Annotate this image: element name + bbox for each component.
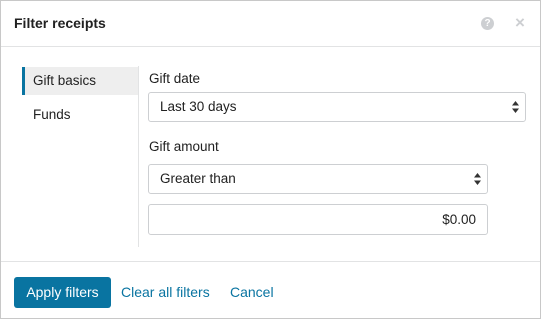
gift-date-select[interactable]: Last 30 days (148, 92, 526, 122)
clear-all-filters-link[interactable]: Clear all filters (121, 277, 210, 308)
tab-funds[interactable]: Funds (22, 101, 139, 129)
select-arrows-icon (474, 173, 481, 185)
filter-dialog: Filter receipts ? × Gift basics Funds Gi… (0, 0, 541, 319)
gift-date-selected-value: Last 30 days (160, 99, 237, 114)
tab-gift-basics[interactable]: Gift basics (22, 67, 139, 95)
gift-amount-comparison-value: Greater than (160, 171, 236, 186)
tabs-divider (138, 66, 139, 247)
close-icon[interactable]: × (513, 14, 527, 32)
help-icon[interactable]: ? (481, 17, 494, 30)
apply-filters-button[interactable]: Apply filters (14, 277, 111, 308)
filter-tabs: Gift basics Funds (22, 67, 140, 129)
gift-date-label: Gift date (149, 71, 201, 86)
gift-amount-comparison-select[interactable]: Greater than (148, 164, 488, 194)
dialog-header: Filter receipts ? × (1, 1, 540, 47)
dialog-title: Filter receipts (14, 15, 106, 31)
gift-amount-input[interactable]: $0.00 (148, 204, 488, 235)
cancel-link[interactable]: Cancel (230, 277, 274, 308)
gift-amount-label: Gift amount (149, 139, 219, 154)
dialog-footer: Apply filters Clear all filters Cancel (1, 261, 540, 318)
select-arrows-icon (512, 101, 519, 113)
